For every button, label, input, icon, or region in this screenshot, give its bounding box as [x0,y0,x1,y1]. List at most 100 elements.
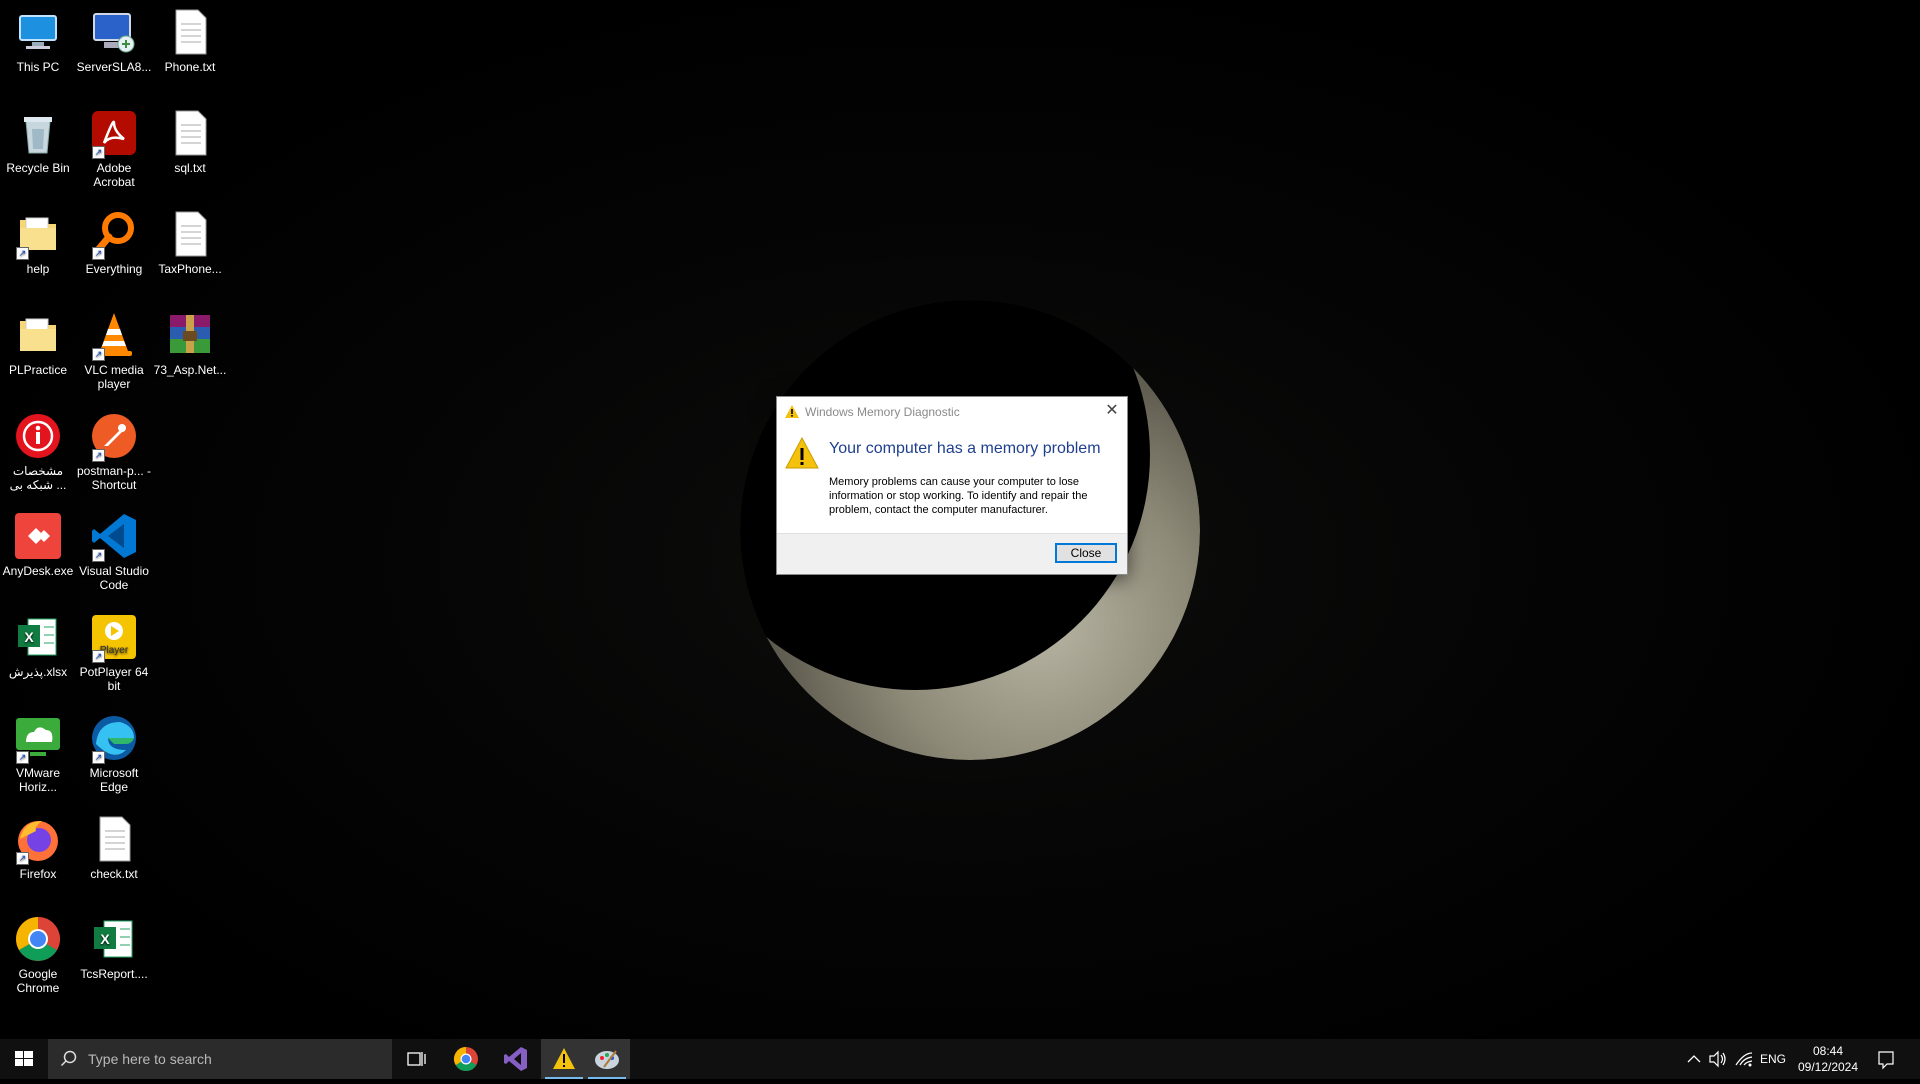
info-icon [14,412,62,460]
shortcut-arrow-icon: ↗ [92,549,105,562]
vlc-icon: ↗ [90,311,138,361]
desktop-icon-recycle-bin[interactable]: Recycle Bin [0,109,76,175]
desktop-icon-sql-txt[interactable]: sql.txt [152,109,228,175]
desktop-icon-microsoft-edge[interactable]: ↗ Microsoft Edge [76,714,152,794]
vmware-horizon-icon: ↗ [14,714,62,764]
anydesk-icon [14,512,62,560]
desktop-icon-network-info[interactable]: مشخصات شبکه بی ... [0,412,76,492]
search-input[interactable]: Type here to search [88,1051,212,1067]
text-file-icon [166,109,214,157]
search-box[interactable]: Type here to search [48,1039,392,1079]
svg-text:X: X [24,629,34,645]
dialog-title: Windows Memory Diagnostic [805,405,960,419]
warning-icon [785,405,799,418]
taskbar: Type here to search ENG 08:44 09/12/2024 [0,1039,1920,1079]
icon-label: Google Chrome [16,967,60,995]
volume-button[interactable] [1706,1039,1730,1079]
desktop-icon-plpractice[interactable]: PLPractice [0,311,76,377]
show-hidden-icons-button[interactable] [1682,1039,1706,1079]
desktop-icon-xlsx-admission[interactable]: X پذیرش.xlsx [0,613,76,679]
close-button[interactable]: Close [1055,543,1117,563]
task-view-button[interactable] [393,1039,439,1079]
wifi-icon [1735,1052,1753,1067]
desktop-icon-vscode[interactable]: ↗ Visual Studio Code [76,512,152,592]
dialog-footer: Close [777,533,1127,574]
folder-icon: ↗ [14,210,62,260]
desktop-icon-serversla[interactable]: ServerSLA8... [76,8,152,74]
shortcut-arrow-icon: ↗ [16,751,29,764]
icon-label: Adobe Acrobat [93,161,135,189]
icon-label: پذیرش.xlsx [8,665,68,679]
icon-label: Firefox [19,867,57,881]
icon-label: Visual Studio Code [79,564,149,592]
icon-label: check.txt [90,867,138,881]
taskbar-memory-diagnostic[interactable] [541,1039,587,1079]
start-button[interactable] [0,1039,48,1079]
taskbar-paint[interactable] [584,1039,630,1079]
shortcut-arrow-icon: ↗ [92,449,105,462]
text-file-icon [166,8,214,56]
clock[interactable]: 08:44 09/12/2024 [1792,1043,1864,1075]
excel-icon: X [14,613,62,661]
shortcut-arrow-icon: ↗ [92,146,105,159]
dialog-message: Memory problems can cause your computer … [829,476,1088,516]
close-icon[interactable]: ✕ [1101,401,1123,421]
desktop-icon-everything[interactable]: ↗ Everything [76,210,152,276]
icon-label: help [26,262,50,276]
desktop-icon-potplayer[interactable]: Player ↗ PotPlayer 64 bit [76,613,152,693]
task-view-icon [407,1052,426,1066]
vscode-icon: ↗ [90,512,138,562]
icon-label: postman-p... - Shortcut [76,464,152,492]
desktop-icon-postman[interactable]: ↗ postman-p... - Shortcut [76,412,152,492]
language-indicator[interactable]: ENG [1758,1039,1788,1079]
desktop-icon-help[interactable]: ↗ help [0,210,76,276]
shortcut-arrow-icon: ↗ [16,852,29,865]
edge-icon: ↗ [90,714,138,764]
shortcut-arrow-icon: ↗ [92,650,105,663]
dialog-titlebar[interactable]: Windows Memory Diagnostic ✕ [777,397,1127,427]
memory-diagnostic-dialog[interactable]: Windows Memory Diagnostic ✕ Your compute… [776,396,1128,575]
folder-icon [14,311,62,359]
chrome-icon [453,1047,478,1072]
firefox-icon: ↗ [14,815,62,865]
visual-studio-icon [504,1047,527,1071]
icon-label: مشخصات شبکه بی ... [9,464,67,492]
warning-icon [785,437,819,469]
desktop-icon-phone-txt[interactable]: Phone.txt [152,8,228,74]
desktop-icon-vmware-horizon[interactable]: ↗ VMware Horiz... [0,714,76,794]
desktop-icon-taxphone[interactable]: TaxPhone... [152,210,228,276]
clock-date: 09/12/2024 [1797,1060,1859,1074]
icon-label: Everything [85,262,143,276]
desktop-icon-firefox[interactable]: ↗ Firefox [0,815,76,881]
desktop-icon-anydesk[interactable]: AnyDesk.exe [0,512,76,578]
search-icon [60,1050,77,1067]
desktop-icon-check-txt[interactable]: check.txt [76,815,152,881]
desktop-icon-google-chrome[interactable]: Google Chrome [0,915,76,995]
icon-label: VLC media player [84,363,144,391]
desktop-icon-vlc[interactable]: ↗ VLC media player [76,311,152,391]
this-pc-icon [14,8,62,56]
icon-label: 73_Asp.Net... [153,363,227,377]
shortcut-arrow-icon: ↗ [16,247,29,260]
potplayer-icon: Player ↗ [90,613,138,663]
action-center-button[interactable] [1866,1039,1906,1079]
desktop-icon-asp-net-archive[interactable]: 73_Asp.Net... [152,311,228,377]
network-button[interactable] [1732,1039,1756,1079]
everything-search-icon: ↗ [90,210,138,260]
taskbar-visual-studio[interactable] [493,1039,539,1079]
desktop-icon-adobe-acrobat[interactable]: ↗ Adobe Acrobat [76,109,152,189]
icon-label: VMware Horiz... [15,766,60,794]
icon-label: This PC [16,60,60,74]
dialog-heading: Your computer has a memory problem [829,440,1101,457]
clock-time: 08:44 [1812,1044,1844,1058]
taskbar-chrome[interactable] [443,1039,489,1079]
recycle-bin-icon [14,109,62,157]
desktop-icon-tcsreport[interactable]: X TcsReport.... [76,915,152,981]
warning-icon [553,1048,575,1069]
text-file-icon [90,815,138,863]
excel-icon: X [90,915,138,963]
desktop-icon-this-pc[interactable]: This PC [0,8,76,74]
icon-label: Microsoft Edge [89,766,139,794]
postman-icon: ↗ [90,412,138,462]
chevron-up-icon [1687,1055,1701,1063]
